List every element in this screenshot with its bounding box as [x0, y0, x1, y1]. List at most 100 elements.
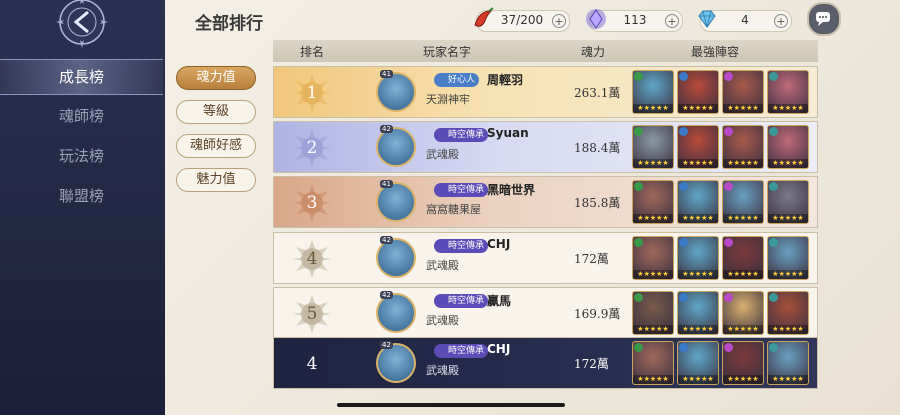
rank-number: 4	[306, 354, 318, 374]
hero-portrait[interactable]: ★★★★★	[722, 236, 764, 280]
element-icon	[679, 182, 688, 191]
add-diamond-button[interactable]: +	[774, 14, 788, 28]
player-guild: 武魂殿	[426, 364, 459, 377]
resource-chili: 37/200 +	[474, 7, 570, 32]
player-avatar[interactable]	[376, 72, 416, 112]
star-rating-icon: ★★★★★	[678, 104, 718, 113]
rank-row[interactable]: 3 41 時空傳承 黑暗世界 窩窩糖果屋 185.8萬 ★★★★★ ★★★★★ ★★★★★ ★★★…	[273, 176, 818, 228]
hero-portrait[interactable]: ★★★★★	[722, 341, 764, 385]
player-avatar[interactable]	[376, 343, 416, 383]
back-emblem-icon[interactable]	[54, 0, 110, 50]
hero-portrait[interactable]: ★★★★★	[677, 125, 719, 169]
hero-portrait[interactable]: ★★★★★	[767, 180, 809, 224]
star-rating-icon: ★★★★★	[768, 375, 808, 384]
rank-number: 3	[306, 193, 318, 213]
diamond-value: 4	[741, 13, 749, 27]
player-avatar[interactable]	[376, 238, 416, 278]
player-name: Syuan	[487, 126, 529, 140]
player-level-badge: 41	[380, 70, 393, 78]
rank-row[interactable]: 4 42 時空傳承 CHJ 武魂殿 172萬 ★★★★★ ★★★★★ ★★★★★ ★★★★★	[273, 232, 818, 284]
player-title-badge: 時空傳承	[434, 344, 489, 358]
hero-portrait[interactable]: ★★★★★	[632, 236, 674, 280]
sidebar-item-growth[interactable]: 成長榜	[0, 59, 163, 95]
rank-number: 5	[306, 304, 318, 324]
tab-level[interactable]: 等級	[176, 100, 256, 124]
element-icon	[724, 238, 733, 247]
element-icon	[679, 72, 688, 81]
sidebar: 成長榜 魂師榜 玩法榜 聯盟榜	[0, 0, 167, 415]
element-icon	[679, 127, 688, 136]
sidebar-item-gameplay[interactable]: 玩法榜	[0, 139, 163, 173]
tab-soul-power[interactable]: 魂力值	[176, 66, 256, 90]
element-icon	[769, 238, 778, 247]
add-crystal-button[interactable]: +	[665, 14, 679, 28]
add-chili-button[interactable]: +	[552, 14, 566, 28]
header-player: 玩家名字	[423, 45, 472, 59]
star-rating-icon: ★★★★★	[633, 325, 673, 334]
hero-portrait[interactable]: ★★★★★	[767, 291, 809, 335]
hero-portrait[interactable]: ★★★★★	[722, 180, 764, 224]
tab-charm[interactable]: 魅力值	[176, 168, 256, 192]
rank-row[interactable]: 5 42 時空傳承 贏馬 武魂殿 169.9萬 ★★★★★ ★★★★★ ★★★★★ ★★★★★	[273, 287, 818, 339]
element-icon	[679, 238, 688, 247]
tab-affinity[interactable]: 魂師好感	[176, 134, 256, 158]
element-icon	[769, 293, 778, 302]
hero-portrait[interactable]: ★★★★★	[632, 180, 674, 224]
player-avatar[interactable]	[376, 127, 416, 167]
element-icon	[634, 293, 643, 302]
hero-portrait[interactable]: ★★★★★	[632, 125, 674, 169]
star-rating-icon: ★★★★★	[768, 159, 808, 168]
self-rank-row[interactable]: 4 42 時空傳承 CHJ 武魂殿 172萬 ★★★★★ ★★★★★ ★★★★★ ★★★★★	[273, 337, 818, 389]
hero-portrait[interactable]: ★★★★★	[767, 236, 809, 280]
element-icon	[634, 238, 643, 247]
hero-portrait[interactable]: ★★★★★	[722, 291, 764, 335]
sidebar-item-alliance[interactable]: 聯盟榜	[0, 179, 163, 213]
player-power: 263.1萬	[574, 86, 621, 100]
rank-number: 2	[306, 138, 318, 158]
hero-portrait[interactable]: ★★★★★	[677, 291, 719, 335]
hero-portrait[interactable]: ★★★★★	[767, 70, 809, 114]
element-icon	[724, 127, 733, 136]
element-icon	[634, 72, 643, 81]
player-avatar[interactable]	[376, 182, 416, 222]
hero-portrait[interactable]: ★★★★★	[677, 341, 719, 385]
element-icon	[634, 182, 643, 191]
star-rating-icon: ★★★★★	[678, 214, 718, 223]
star-rating-icon: ★★★★★	[678, 270, 718, 279]
hero-portrait[interactable]: ★★★★★	[632, 291, 674, 335]
chat-button[interactable]	[807, 2, 841, 36]
hero-portrait[interactable]: ★★★★★	[677, 236, 719, 280]
page-title: 全部排行	[195, 14, 263, 34]
rank-number: 4	[306, 249, 318, 269]
hero-portrait[interactable]: ★★★★★	[632, 70, 674, 114]
hero-portrait[interactable]: ★★★★★	[677, 70, 719, 114]
hero-portrait[interactable]: ★★★★★	[722, 125, 764, 169]
element-icon	[634, 127, 643, 136]
element-icon	[724, 72, 733, 81]
element-icon	[724, 293, 733, 302]
player-avatar[interactable]	[376, 293, 416, 333]
hero-portrait[interactable]: ★★★★★	[767, 125, 809, 169]
element-icon	[769, 182, 778, 191]
player-title-badge: 時空傳承	[434, 128, 489, 142]
hero-portrait[interactable]: ★★★★★	[632, 341, 674, 385]
element-icon	[679, 293, 688, 302]
player-name: CHJ	[487, 342, 511, 356]
player-title-badge: 好心人	[434, 73, 480, 87]
player-level-badge: 42	[380, 341, 393, 349]
rank-row[interactable]: 1 41 好心人 周輕羽 天淵神牢 263.1萬 ★★★★★ ★★★★★ ★★★★★ ★★★★★	[273, 66, 818, 118]
star-rating-icon: ★★★★★	[723, 214, 763, 223]
player-level-badge: 42	[380, 291, 393, 299]
hero-portrait[interactable]: ★★★★★	[677, 180, 719, 224]
hero-portrait[interactable]: ★★★★★	[767, 341, 809, 385]
rank-row[interactable]: 2 42 時空傳承 Syuan 武魂殿 188.4萬 ★★★★★ ★★★★★ ★★★★★ ★★★★…	[273, 121, 818, 173]
star-rating-icon: ★★★★★	[768, 214, 808, 223]
team-lineup: ★★★★★ ★★★★★ ★★★★★ ★★★★★	[632, 70, 815, 114]
hero-portrait[interactable]: ★★★★★	[722, 70, 764, 114]
table-header: 排名 玩家名字 魂力 最強陣容	[273, 40, 818, 62]
sidebar-item-soulmaster[interactable]: 魂師榜	[0, 99, 163, 133]
chili-icon	[474, 7, 494, 27]
player-power: 185.8萬	[574, 196, 621, 210]
star-rating-icon: ★★★★★	[723, 159, 763, 168]
chat-bubble-icon	[816, 12, 830, 26]
